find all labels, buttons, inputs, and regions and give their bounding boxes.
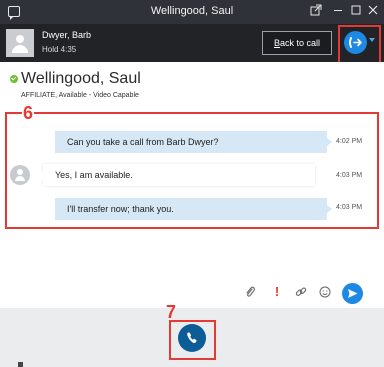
close-icon[interactable] — [364, 3, 382, 21]
call-button[interactable] — [178, 324, 206, 352]
emoji-icon[interactable] — [318, 285, 332, 299]
phone-icon — [187, 332, 197, 344]
presence-available-icon — [10, 75, 18, 83]
contact-name: Wellingood, Saul — [21, 70, 141, 87]
on-hold-call-bar: Dwyer, Barb Hold 4:35 Back to call — [0, 24, 384, 62]
transfer-call-button[interactable] — [344, 31, 367, 54]
messages-highlight-box — [5, 112, 379, 229]
step-number-7: 7 — [166, 302, 177, 322]
window-title: Wellingood, Saul — [150, 5, 234, 17]
chevron-down-icon[interactable] — [369, 38, 375, 42]
transfer-icon — [349, 37, 362, 48]
contact-header: Wellingood, Saul AFFILIATE, Available - … — [0, 62, 384, 108]
paperclip-icon[interactable] — [243, 285, 257, 299]
send-button[interactable] — [342, 283, 363, 304]
back-to-call-label: ack to call — [279, 38, 321, 48]
caller-avatar — [6, 29, 34, 57]
back-to-call-button[interactable]: Back to call — [262, 31, 332, 55]
priority-icon[interactable]: ! — [270, 285, 284, 299]
minimize-icon[interactable] — [329, 3, 347, 21]
hold-status: Hold 4:35 — [42, 45, 77, 54]
link-icon[interactable] — [294, 285, 308, 299]
send-icon — [348, 289, 358, 298]
maximize-icon[interactable] — [347, 3, 365, 21]
step-number-6: 6 — [22, 103, 35, 123]
popout-icon[interactable] — [307, 3, 325, 21]
caller-name: Dwyer, Barb — [42, 30, 92, 40]
background-window-peek — [0, 361, 384, 367]
title-bar: Wellingood, Saul — [0, 0, 384, 24]
contact-status: AFFILIATE, Available - Video Capable — [21, 92, 139, 99]
